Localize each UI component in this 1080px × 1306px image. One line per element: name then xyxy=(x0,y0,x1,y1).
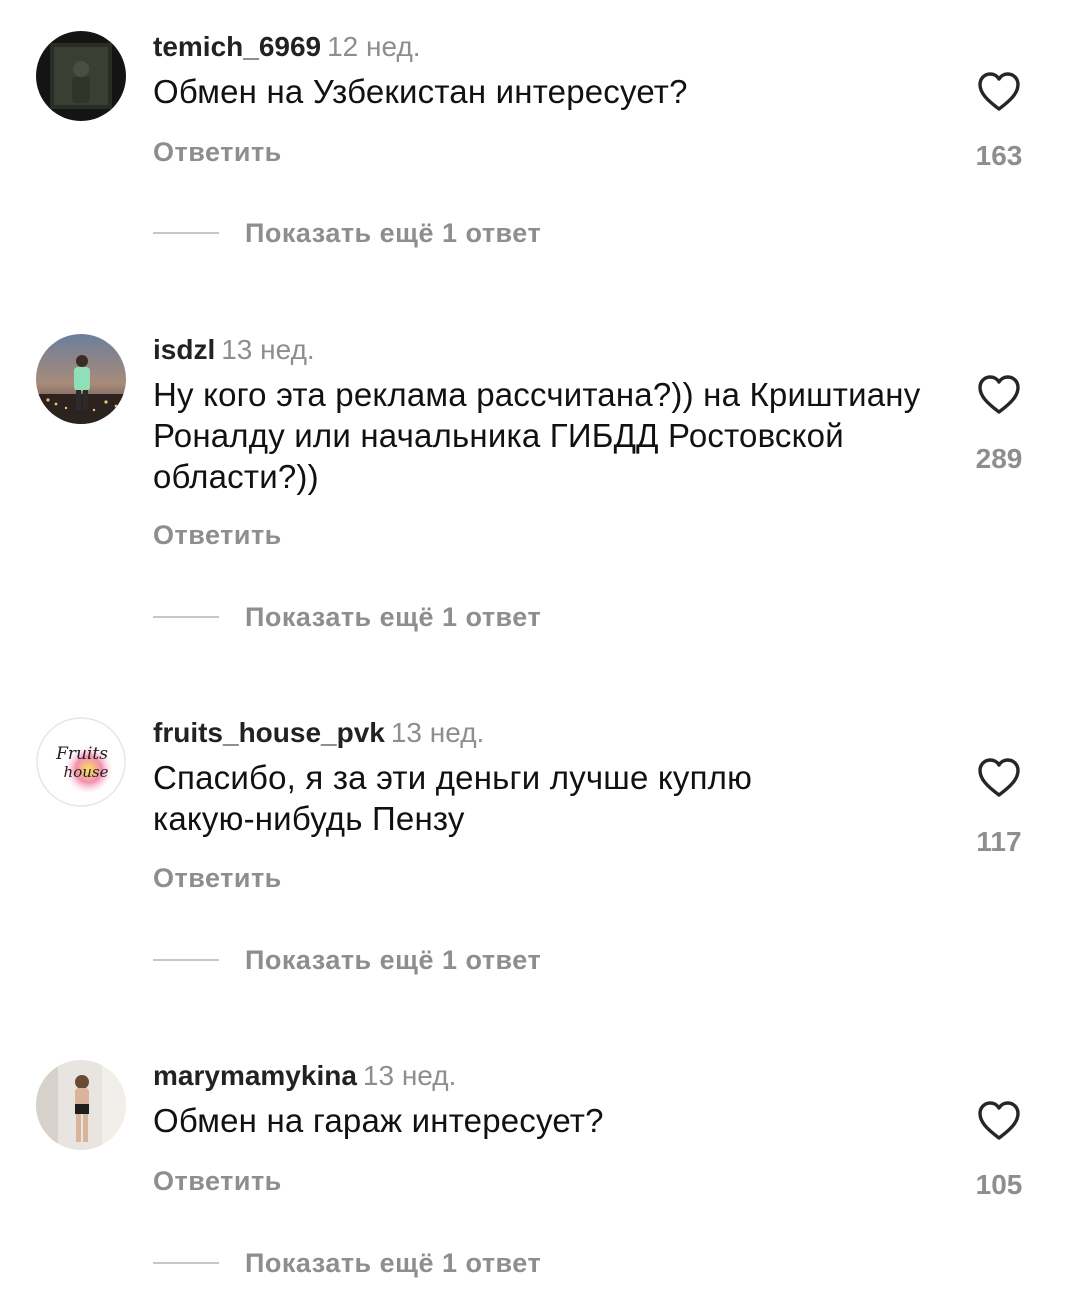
heart-icon[interactable] xyxy=(975,68,1023,116)
heart-icon[interactable] xyxy=(975,1097,1023,1145)
show-replies-button[interactable]: Показать ещё 1 ответ xyxy=(153,600,541,634)
avatar[interactable]: Fruits house xyxy=(36,717,126,807)
username[interactable]: isdzl xyxy=(153,334,215,365)
thread-line xyxy=(153,959,219,961)
username[interactable]: marymamykina xyxy=(153,1060,357,1091)
username[interactable]: temich_6969 xyxy=(153,31,321,62)
svg-text:Fruits: Fruits xyxy=(55,744,108,764)
like-area: 105 xyxy=(968,1097,1030,1207)
like-area: 117 xyxy=(968,754,1030,864)
thread-line xyxy=(153,1262,219,1264)
thread-line xyxy=(153,616,219,618)
avatar[interactable] xyxy=(36,1060,126,1150)
heart-icon[interactable] xyxy=(975,371,1023,419)
reply-button[interactable]: Ответить xyxy=(153,1166,282,1197)
show-replies-label: Показать ещё 1 ответ xyxy=(245,217,542,248)
username[interactable]: fruits_house_pvk xyxy=(153,717,385,748)
show-replies-label: Показать ещё 1 ответ xyxy=(245,601,542,632)
like-count: 117 xyxy=(976,826,1022,857)
comment-time: 13 нед. xyxy=(221,334,315,365)
show-replies-button[interactable]: Показать ещё 1 ответ xyxy=(153,216,541,250)
avatar[interactable] xyxy=(36,334,126,424)
comment-text: Обмен на Узбекистан интересует? xyxy=(153,73,688,110)
comment-time: 13 нед. xyxy=(390,717,485,748)
like-count: 163 xyxy=(975,140,1023,171)
reply-button[interactable]: Ответить xyxy=(153,137,282,168)
show-replies-label: Показать ещё 1 ответ xyxy=(245,1247,542,1278)
heart-icon[interactable] xyxy=(975,754,1023,802)
avatar[interactable] xyxy=(36,31,126,121)
reply-button[interactable]: Ответить xyxy=(153,863,282,894)
comment-text: Спасибо, я за эти деньги лучше куплю как… xyxy=(153,759,753,837)
show-replies-button[interactable]: Показать ещё 1 ответ xyxy=(153,1246,541,1280)
show-replies-button[interactable]: Показать ещё 1 ответ xyxy=(153,943,541,977)
svg-text:house: house xyxy=(64,763,109,781)
comment-text: Ну кого эта реклама рассчитана?)) на Кри… xyxy=(153,376,921,495)
reply-button[interactable]: Ответить xyxy=(153,520,282,551)
like-area: 289 xyxy=(968,371,1030,481)
like-count: 289 xyxy=(975,443,1023,474)
comment-text: Обмен на гараж интересует? xyxy=(153,1102,604,1139)
comment-time: 13 нед. xyxy=(362,1060,457,1091)
show-replies-label: Показать ещё 1 ответ xyxy=(245,944,542,975)
comment-time: 12 нед. xyxy=(327,31,421,62)
like-count: 105 xyxy=(975,1169,1023,1200)
thread-line xyxy=(153,232,219,234)
like-area: 163 xyxy=(968,68,1030,178)
